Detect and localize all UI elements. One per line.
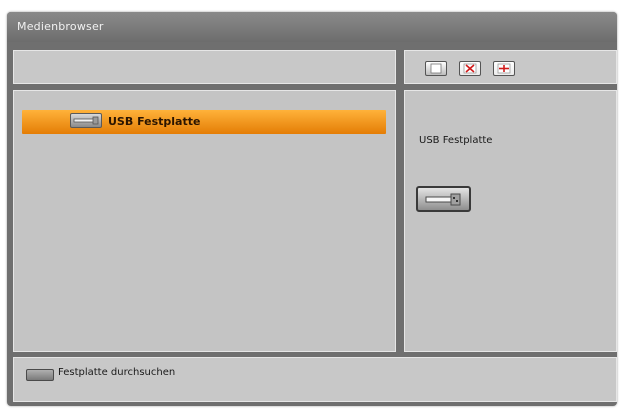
- detail-title: USB Festplatte: [419, 135, 493, 146]
- window-title: Medienbrowser: [17, 20, 104, 33]
- detail-panel: USB Festplatte: [404, 90, 617, 352]
- hint-bar: Festplatte durchsuchen: [13, 357, 617, 402]
- red-plus-tile-icon[interactable]: [493, 61, 515, 76]
- media-browser-window: Medienbrowser USB Festplatte USB Festpla…: [7, 12, 617, 406]
- toolbar: [404, 50, 617, 84]
- usb-drive-icon: [416, 186, 471, 212]
- title-bar: Medienbrowser: [7, 12, 617, 42]
- key-icon: [26, 369, 54, 381]
- red-cross-tile-icon[interactable]: [459, 61, 481, 76]
- list-item-label: USB Festplatte: [108, 115, 201, 128]
- list-item-usb-festplatte[interactable]: USB Festplatte: [22, 110, 386, 134]
- blank-tile-icon[interactable]: [425, 61, 447, 76]
- usb-drive-icon: [70, 113, 102, 128]
- file-list: USB Festplatte: [13, 90, 396, 352]
- list-header: [13, 50, 396, 84]
- hint-text: Festplatte durchsuchen: [58, 367, 176, 378]
